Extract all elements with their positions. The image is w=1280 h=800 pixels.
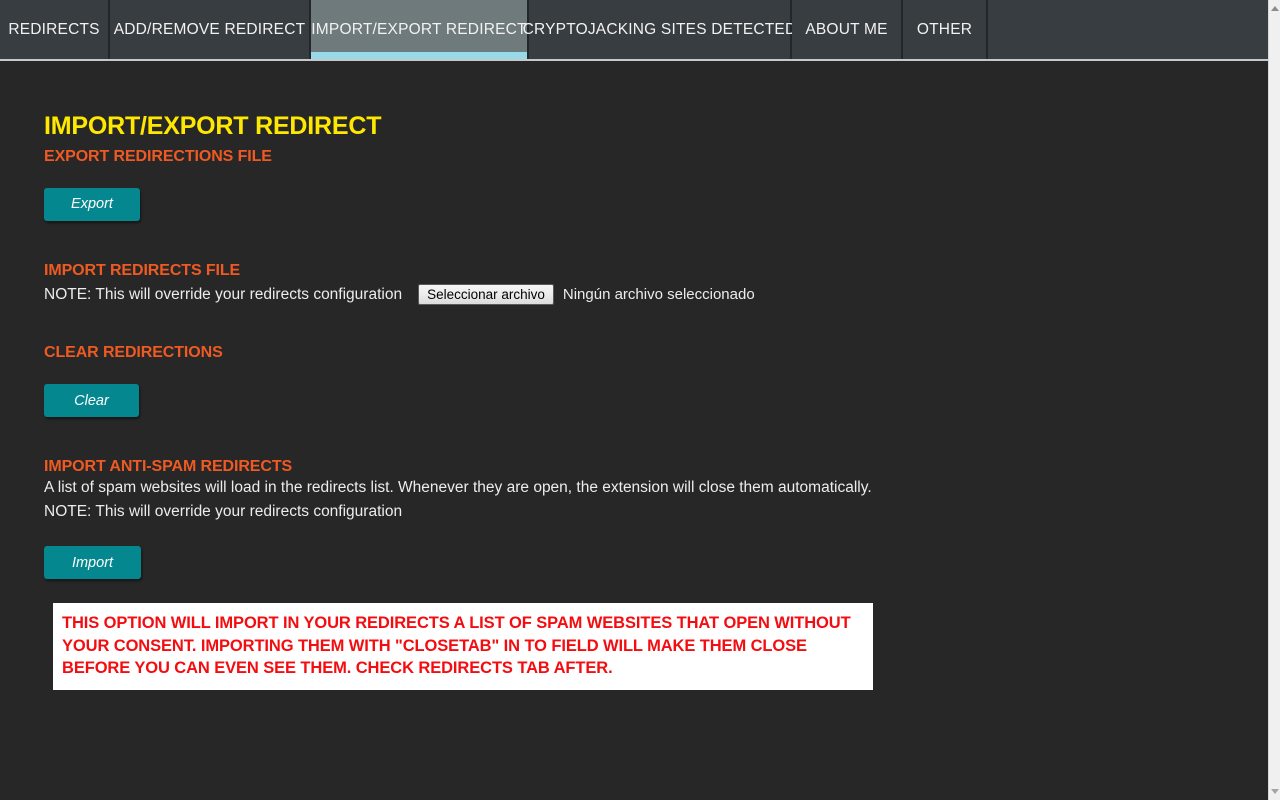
triangle-down-icon (1271, 789, 1279, 794)
clear-section-heading: CLEAR REDIRECTIONS (44, 343, 223, 361)
antispam-warning-box: THIS OPTION WILL IMPORT IN YOUR REDIRECT… (53, 603, 873, 691)
extension-options-page: REDIRECTS ADD/REMOVE REDIRECT IMPORT/EXP… (0, 0, 1280, 800)
export-button[interactable]: Export (44, 187, 140, 221)
antispam-description: A list of spam websites will load in the… (44, 479, 872, 497)
tab-bar: REDIRECTS ADD/REMOVE REDIRECT IMPORT/EXP… (0, 0, 1268, 61)
selected-file-status: Ningún archivo seleccionado (562, 286, 755, 304)
tab-import-export-redirect[interactable]: IMPORT/EXPORT REDIRECT (311, 0, 529, 59)
tab-label: IMPORT/EXPORT REDIRECT (311, 20, 527, 38)
clear-button[interactable]: Clear (44, 384, 139, 418)
export-section-heading: EXPORT REDIRECTIONS FILE (44, 147, 272, 165)
scrollbar-down-button[interactable] (1269, 785, 1280, 798)
clear-section: CLEAR REDIRECTIONS Clear (44, 343, 1268, 418)
file-input-row: NOTE: This will override your redirects … (44, 283, 1268, 307)
antispam-note: NOTE: This will override your redirects … (44, 503, 403, 521)
import-file-note: NOTE: This will override your redirects … (44, 285, 403, 303)
clear-button-row: Clear (44, 384, 1268, 418)
import-button-row: Import (44, 546, 1268, 580)
tab-add-remove-redirect[interactable]: ADD/REMOVE REDIRECT (110, 0, 311, 59)
antispam-section: IMPORT ANTI-SPAM REDIRECTS A list of spa… (44, 457, 1268, 691)
tab-about-me[interactable]: ABOUT ME (792, 0, 903, 59)
tab-label: ADD/REMOVE REDIRECT (113, 20, 306, 38)
main-content: IMPORT/EXPORT REDIRECT EXPORT REDIRECTIO… (0, 61, 1268, 800)
tab-cryptojacking-sites-detected[interactable]: CRYPTOJACKING SITES DETECTED (523, 0, 796, 59)
page-title: IMPORT/EXPORT REDIRECT (44, 112, 382, 140)
antispam-section-heading: IMPORT ANTI-SPAM REDIRECTS (44, 458, 293, 476)
tab-label: OTHER (916, 20, 973, 38)
triangle-up-icon (1271, 6, 1279, 11)
export-button-row: Export (44, 187, 1268, 221)
import-file-section: IMPORT REDIRECTS FILE NOTE: This will ov… (44, 261, 1268, 307)
tab-label: REDIRECTS (8, 20, 100, 38)
tab-redirects[interactable]: REDIRECTS (0, 0, 110, 59)
vertical-scrollbar[interactable] (1268, 0, 1280, 800)
import-file-section-heading: IMPORT REDIRECTS FILE (44, 261, 241, 279)
tab-bar-filler (988, 0, 1268, 59)
tab-label: CRYPTOJACKING SITES DETECTED (522, 20, 797, 38)
choose-file-button[interactable]: Seleccionar archivo (418, 284, 554, 306)
scrollbar-up-button[interactable] (1269, 2, 1280, 15)
import-button[interactable]: Import (44, 546, 141, 580)
tab-label: ABOUT ME (805, 20, 888, 38)
tab-other[interactable]: OTHER (903, 0, 988, 59)
